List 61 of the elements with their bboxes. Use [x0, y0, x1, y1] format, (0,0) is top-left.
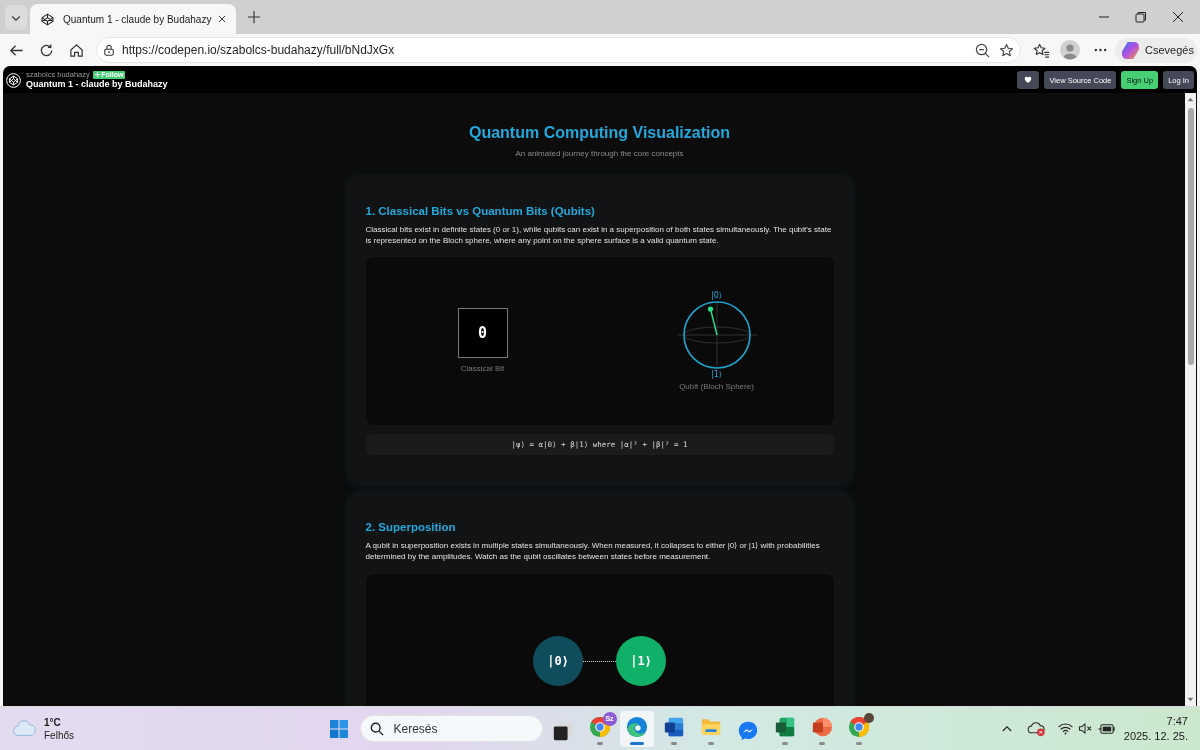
address-bar[interactable]: https://codepen.io/szabolcs-budahazy/full/bNdJxGx — [96, 37, 1021, 63]
favorites-icon[interactable] — [1033, 42, 1050, 58]
page-subtitle: An animated journey through the core concepts — [515, 148, 684, 159]
home-icon[interactable] — [69, 42, 84, 58]
scrollbar-thumb[interactable] — [1187, 108, 1194, 365]
spreadsheet-icon — [773, 716, 796, 738]
search-field[interactable]: Keresés — [359, 715, 543, 742]
ket-label: |0⟩ — [711, 290, 722, 300]
search-icon — [369, 721, 384, 736]
pen-title: Quantum 1 - claude by Budahazy — [26, 79, 168, 90]
wifi-icon[interactable] — [1057, 722, 1073, 735]
document-icon — [662, 716, 685, 738]
clock-date[interactable]: 2025. 12. 25. — [1123, 728, 1188, 744]
cube-logo-icon[interactable] — [6, 72, 21, 88]
page-title: Quantum Computing Visualization — [468, 123, 730, 143]
section-heading: 2. Superposition — [365, 520, 457, 535]
more-icon[interactable] — [1094, 48, 1107, 52]
bit-caption: Classical Bit — [460, 364, 505, 374]
weather-condition[interactable]: Felhős — [44, 728, 74, 742]
restore-icon[interactable] — [1135, 11, 1147, 23]
windows-start-icon[interactable] — [329, 719, 348, 738]
scroll-up-icon[interactable] — [1187, 97, 1194, 102]
browser-icon — [625, 716, 648, 738]
state-node: |1⟩ — [616, 636, 666, 686]
copilot-icon — [1121, 40, 1140, 60]
star-icon[interactable] — [999, 42, 1014, 58]
presentation-icon — [810, 716, 833, 738]
chevron-up-icon[interactable] — [1001, 725, 1012, 732]
plus-icon[interactable] — [247, 10, 261, 24]
chat-bubble-icon — [736, 719, 759, 742]
dotted-connector — [583, 660, 616, 662]
section-heading: 1. Classical Bits vs Quantum Bits (Qubits) — [365, 204, 596, 219]
battery-icon[interactable] — [1097, 722, 1115, 735]
browser-icon — [847, 716, 870, 738]
heart-icon — [1024, 76, 1033, 84]
volume-muted-icon[interactable] — [1077, 722, 1093, 735]
reload-icon[interactable] — [39, 42, 54, 58]
temperature[interactable]: 1°C — [44, 715, 74, 729]
copilot-chat-button[interactable]: Csevegés — [1115, 37, 1197, 63]
scroll-down-icon[interactable] — [1187, 697, 1194, 702]
clock-time[interactable]: 7:47 — [1166, 713, 1188, 729]
plus-icon — [94, 72, 100, 77]
ket-label: |1⟩ — [711, 369, 722, 379]
scrollbar[interactable] — [1185, 93, 1196, 706]
cube-logo-icon — [41, 12, 54, 26]
folder-icon — [699, 716, 722, 738]
lock-icon[interactable] — [103, 44, 115, 56]
qubit-caption: Qubit (Bloch Sphere) — [679, 381, 754, 392]
section-text: A qubit in superposition exists in multiple states simultaneously. When measured, it collapses to either |0⟩ or |1⟩ with probabilities determined by the amplitudes. Watch as the qubit oscillates between states before measurement. — [365, 540, 821, 562]
cloud-error-icon[interactable] — [1026, 720, 1046, 737]
profile-avatar-icon[interactable] — [1060, 40, 1080, 60]
close-icon[interactable] — [1172, 11, 1184, 23]
state-vector — [707, 305, 718, 336]
section-text: Classical bits exist in definite states (0 or 1), while qubits can exist in a superposition of both states simultaneously. The qubit's state is represented on the Bloch sphere, where any point on the sphere surface is a valid quantum state. — [365, 224, 833, 246]
like-button[interactable] — [1017, 71, 1040, 89]
state-node: |0⟩ — [533, 636, 583, 686]
tab-list-button[interactable] — [5, 5, 27, 30]
zoom-out-icon[interactable] — [975, 42, 990, 58]
close-icon[interactable] — [217, 14, 228, 24]
browser-tab[interactable]: Quantum 1 - claude by Budahazy — [30, 4, 236, 34]
classical-bit: 0 — [457, 308, 508, 358]
